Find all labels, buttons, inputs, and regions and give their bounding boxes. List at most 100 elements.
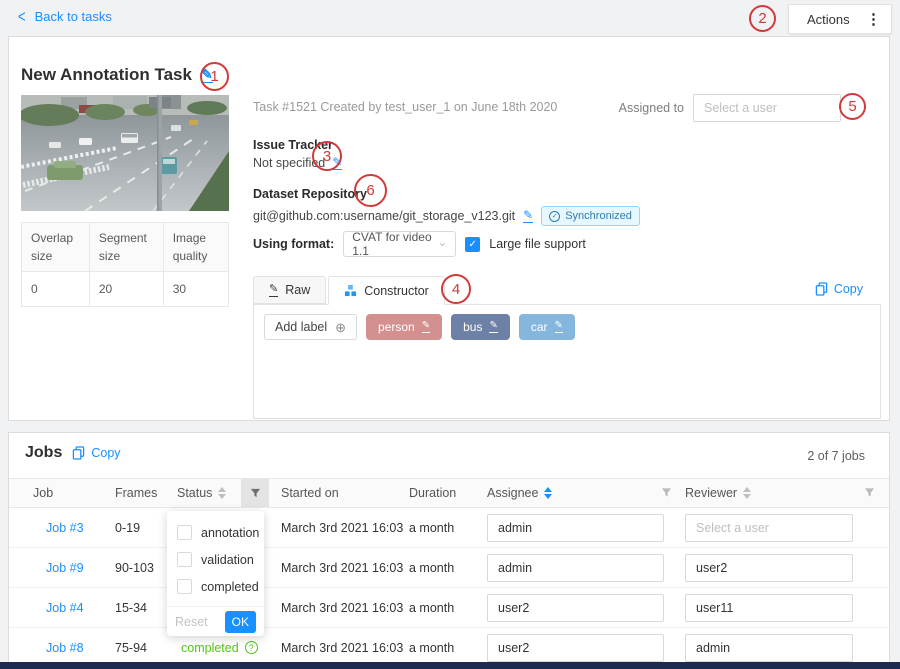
column-header-status[interactable]: Status <box>177 479 241 507</box>
format-select[interactable]: CVAT for video 1.1 ⌄ <box>343 231 456 257</box>
validation-checkbox[interactable] <box>177 552 192 567</box>
assignee-input[interactable] <box>487 554 664 582</box>
page-title: New Annotation Task <box>21 65 192 85</box>
assignee-sorter-icon[interactable] <box>544 487 552 499</box>
job-reviewer-cell <box>676 554 889 582</box>
params-value-row: 0 20 30 <box>22 272 229 307</box>
sync-status-badge[interactable]: ✓ Synchronized <box>541 206 640 226</box>
edit-bus-label-icon[interactable]: ✎ <box>489 321 497 333</box>
job-assignee-cell <box>479 514 676 542</box>
copy-jobs-button[interactable]: Copy <box>72 446 120 460</box>
task-preview-image <box>21 95 229 211</box>
large-file-label: Large file support <box>489 237 586 251</box>
annotation-checkbox[interactable] <box>177 525 192 540</box>
add-label-text: Add label <box>275 320 327 334</box>
back-chevron-icon: < <box>18 7 26 26</box>
format-label: Using format: <box>253 237 334 251</box>
label-chip-person[interactable]: person ✎ <box>366 314 442 340</box>
task-title-row: New Annotation Task ✎ <box>21 65 213 85</box>
reviewer-input[interactable] <box>685 514 853 542</box>
reviewer-sorter-icon[interactable] <box>743 487 751 499</box>
tab-constructor[interactable]: Constructor <box>328 276 445 305</box>
label-chip-car[interactable]: car ✎ <box>519 314 575 340</box>
filter-reset-button[interactable]: Reset <box>175 615 208 629</box>
job-duration: a month <box>409 561 479 575</box>
traffic-scene-illustration <box>21 95 229 211</box>
plus-circle-icon: ⊕ <box>335 321 346 334</box>
label-person-name: person <box>378 320 415 334</box>
copy-jobs-label: Copy <box>91 446 120 460</box>
status-sorter-icon[interactable] <box>218 487 226 499</box>
job-reviewer-cell <box>676 634 889 662</box>
jobs-table-body: Job #3 0-19 March 3rd 2021 16:03 a month… <box>9 508 889 668</box>
label-chip-bus[interactable]: bus ✎ <box>451 314 510 340</box>
edit-car-label-icon[interactable]: ✎ <box>555 321 563 333</box>
labels-tabbar: ✎ Raw Constructor <box>253 276 445 305</box>
assigned-to-row: Assigned to <box>619 94 841 122</box>
status-filter-dropdown: annotation validation completed Reset OK <box>167 511 264 636</box>
filter-option-validation[interactable]: validation <box>177 546 254 573</box>
back-to-tasks-link[interactable]: < Back to tasks <box>18 9 112 24</box>
copy-labels-label: Copy <box>834 282 863 296</box>
job-assignee-cell <box>479 594 676 622</box>
task-details-card: New Annotation Task ✎ <box>8 36 890 421</box>
reviewer-input[interactable] <box>685 634 853 662</box>
reviewer-input[interactable] <box>685 594 853 622</box>
job-duration: a month <box>409 641 479 655</box>
job-row-4: Job #4 15-34 March 3rd 2021 16:03 a mont… <box>9 588 889 628</box>
task-page: < Back to tasks Actions ⋮ New Annotation… <box>0 0 900 669</box>
job-link[interactable]: Job #8 <box>25 641 115 655</box>
assignee-input[interactable] <box>487 514 664 542</box>
tab-raw[interactable]: ✎ Raw <box>253 276 326 304</box>
reviewer-filter-icon[interactable] <box>864 488 875 499</box>
jobs-table-header: Job Frames Status Started on Duration As… <box>9 478 889 508</box>
job-started: March 3rd 2021 16:03 <box>269 641 409 655</box>
filter-options: annotation validation completed <box>167 511 264 606</box>
actions-button[interactable]: Actions ⋮ <box>788 4 892 34</box>
job-link[interactable]: Job #9 <box>25 561 115 575</box>
assignee-filter-icon[interactable] <box>661 488 672 499</box>
raw-pencil-icon: ✎ <box>269 284 278 297</box>
param-header-quality: Image quality <box>163 223 228 272</box>
param-header-segment: Segment size <box>89 223 163 272</box>
assignee-input[interactable] <box>487 594 664 622</box>
assigned-to-input[interactable] <box>693 94 841 122</box>
job-reviewer-cell <box>676 514 889 542</box>
reviewer-input[interactable] <box>685 554 853 582</box>
filter-ok-button[interactable]: OK <box>225 611 256 633</box>
completed-checkbox[interactable] <box>177 579 192 594</box>
annotation-option-label: annotation <box>201 526 259 540</box>
completed-option-label: completed <box>201 580 259 594</box>
job-duration: a month <box>409 521 479 535</box>
jobs-title: Jobs <box>25 444 62 462</box>
copy-labels-button[interactable]: Copy <box>815 282 863 296</box>
validation-option-label: validation <box>201 553 254 567</box>
job-duration: a month <box>409 601 479 615</box>
annotation-circle-2: 2 <box>749 5 776 32</box>
job-started: March 3rd 2021 16:03 <box>269 601 409 615</box>
assignee-input[interactable] <box>487 634 664 662</box>
status-info-icon[interactable]: ? <box>245 641 258 654</box>
tab-constructor-label: Constructor <box>364 284 429 298</box>
job-link[interactable]: Job #4 <box>25 601 115 615</box>
filter-option-annotation[interactable]: annotation <box>177 519 254 546</box>
column-header-assignee[interactable]: Assignee <box>479 479 676 507</box>
large-file-checkbox[interactable]: ✓ <box>465 237 480 252</box>
column-header-reviewer[interactable]: Reviewer <box>676 479 889 507</box>
job-row-9: Job #9 90-103 March 3rd 2021 16:03 a mon… <box>9 548 889 588</box>
chevron-down-icon: ⌄ <box>437 239 447 245</box>
filter-footer: Reset OK <box>167 606 264 636</box>
edit-person-label-icon[interactable]: ✎ <box>422 321 430 333</box>
column-header-started: Started on <box>269 479 409 507</box>
param-value-overlap: 0 <box>22 272 90 307</box>
task-meta: Task #1521 Created by test_user_1 on Jun… <box>253 100 557 114</box>
sync-check-icon: ✓ <box>549 211 560 222</box>
add-label-button[interactable]: Add label ⊕ <box>264 314 357 340</box>
dataset-repository-label: Dataset Repository <box>253 187 640 201</box>
job-link[interactable]: Job #3 <box>25 521 115 535</box>
edit-repository-icon[interactable]: ✎ <box>523 209 533 223</box>
label-bus-name: bus <box>463 320 482 334</box>
filter-option-completed[interactable]: completed <box>177 573 254 600</box>
jobs-count: 2 of 7 jobs <box>807 449 865 463</box>
status-filter-button[interactable] <box>241 479 269 507</box>
